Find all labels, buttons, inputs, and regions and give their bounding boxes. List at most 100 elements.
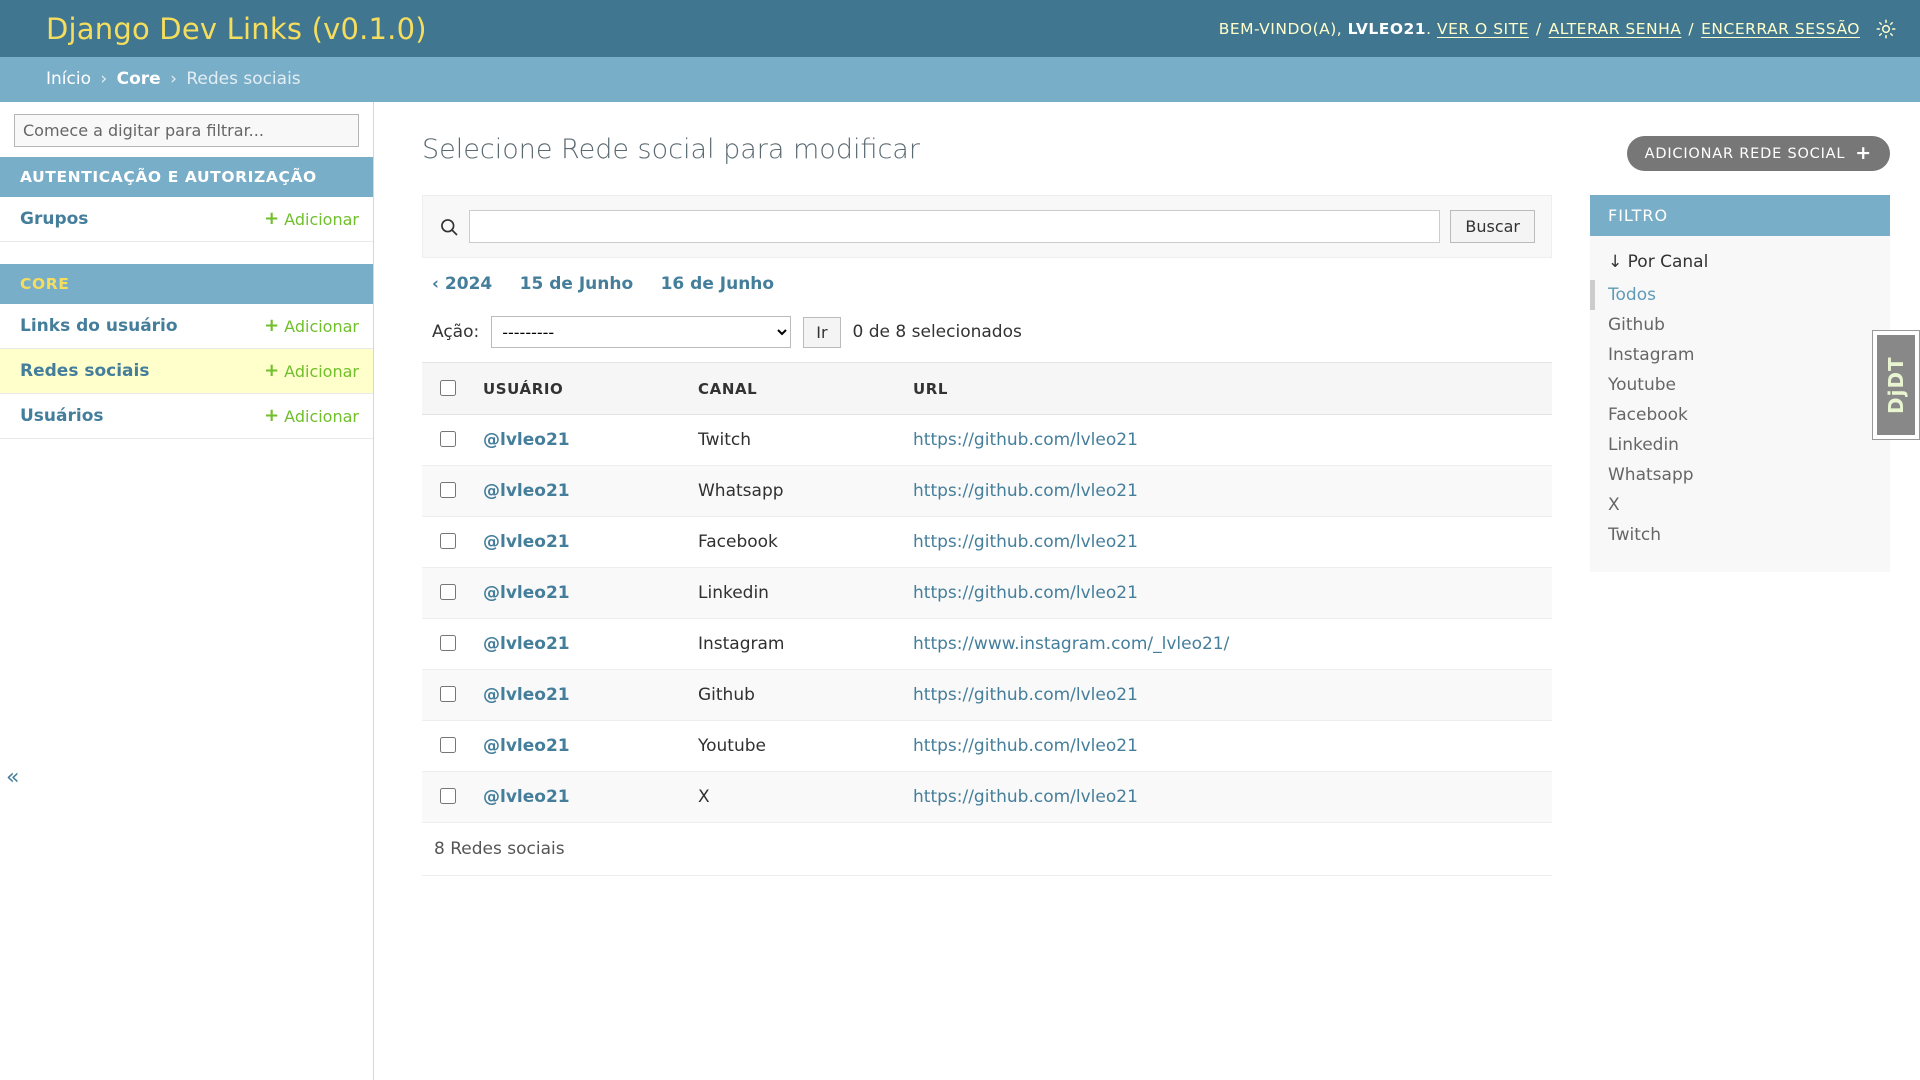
row-select-cell bbox=[422, 465, 471, 517]
filter-option: Whatsapp bbox=[1590, 460, 1890, 490]
changelist: Buscar ‹ 2024 15 de Junho 16 de Junho Aç… bbox=[422, 195, 1552, 876]
row-edit-link[interactable]: @lvleo21 bbox=[483, 430, 570, 450]
date-hierarchy-day-15[interactable]: 15 de Junho bbox=[520, 274, 634, 294]
row-url-link[interactable]: https://github.com/lvleo21 bbox=[913, 736, 1138, 756]
welcome-text: BEM-VINDO(A), bbox=[1218, 19, 1343, 38]
row-checkbox[interactable] bbox=[440, 686, 456, 702]
date-hierarchy-year[interactable]: ‹ 2024 bbox=[432, 274, 492, 294]
cell-canal: Instagram bbox=[686, 618, 901, 670]
results-table: USUÁRIO CANAL URL @lvleo21 Twitch https://… bbox=[422, 362, 1552, 823]
sidebar-item-label[interactable]: Links do usuário bbox=[20, 316, 178, 336]
breadcrumb-home[interactable]: Início bbox=[46, 69, 91, 89]
search-icon bbox=[439, 217, 459, 237]
site-title[interactable]: Django Dev Links (v0.1.0) bbox=[46, 12, 427, 46]
sidebar-item-usuarios[interactable]: Usuários + Adicionar bbox=[0, 394, 373, 439]
row-checkbox[interactable] bbox=[440, 635, 456, 651]
sidebar-item-grupos[interactable]: Grupos + Adicionar bbox=[0, 197, 373, 242]
sidebar-item-links-do-usuario[interactable]: Links do usuário + Adicionar bbox=[0, 304, 373, 349]
filter-option-link[interactable]: Twitch bbox=[1608, 525, 1661, 545]
add-redes-sociais-link[interactable]: + Adicionar bbox=[264, 362, 359, 381]
change-password-link[interactable]: ALTERAR SENHA bbox=[1549, 20, 1682, 38]
cell-usuario: @lvleo21 bbox=[471, 414, 686, 466]
row-url-link[interactable]: https://github.com/lvleo21 bbox=[913, 583, 1138, 603]
sidebar-filter-input[interactable] bbox=[14, 114, 359, 147]
column-header-canal[interactable]: CANAL bbox=[686, 362, 901, 415]
app-module-auth: AUTENTICAÇÃO E AUTORIZAÇÃO Grupos + Adic… bbox=[0, 157, 373, 242]
logout-link[interactable]: ENCERRAR SESSÃO bbox=[1701, 20, 1860, 38]
search-input[interactable] bbox=[469, 210, 1441, 243]
add-grupos-link[interactable]: + Adicionar bbox=[264, 210, 359, 229]
filter-option-link[interactable]: Todos bbox=[1608, 285, 1656, 305]
sidebar-item-label[interactable]: Grupos bbox=[20, 209, 88, 229]
row-url-link[interactable]: https://www.instagram.com/_lvleo21/ bbox=[913, 634, 1229, 654]
row-edit-link[interactable]: @lvleo21 bbox=[483, 532, 570, 552]
app-caption-auth[interactable]: AUTENTICAÇÃO E AUTORIZAÇÃO bbox=[0, 157, 373, 197]
filter-option: Facebook bbox=[1590, 400, 1890, 430]
add-label: Adicionar bbox=[284, 316, 359, 336]
page-title: Selecione Rede social para modificar bbox=[422, 134, 920, 165]
add-usuarios-link[interactable]: + Adicionar bbox=[264, 407, 359, 426]
action-label: Ação: bbox=[432, 322, 480, 342]
row-checkbox[interactable] bbox=[440, 482, 456, 498]
action-go-button[interactable]: Ir bbox=[803, 316, 841, 348]
date-hierarchy-day-16[interactable]: 16 de Junho bbox=[661, 274, 775, 294]
date-hierarchy: ‹ 2024 15 de Junho 16 de Junho bbox=[422, 258, 1552, 308]
add-rede-social-button[interactable]: ADICIONAR REDE SOCIAL + bbox=[1626, 136, 1890, 171]
sidebar-item-label[interactable]: Usuários bbox=[20, 406, 104, 426]
column-header-usuario[interactable]: USUÁRIO bbox=[471, 362, 686, 415]
select-all-checkbox[interactable] bbox=[440, 380, 456, 396]
row-url-link[interactable]: https://github.com/lvleo21 bbox=[913, 430, 1138, 450]
breadcrumb-current: Redes sociais bbox=[186, 69, 301, 89]
sidebar-item-redes-sociais[interactable]: Redes sociais + Adicionar bbox=[0, 349, 373, 394]
sun-icon[interactable] bbox=[1876, 19, 1896, 39]
filter-option-link[interactable]: Github bbox=[1608, 315, 1665, 335]
search-submit-button[interactable]: Buscar bbox=[1450, 210, 1535, 243]
row-edit-link[interactable]: @lvleo21 bbox=[483, 736, 570, 756]
filter-option-link[interactable]: Facebook bbox=[1608, 405, 1688, 425]
object-tools: ADICIONAR REDE SOCIAL + bbox=[1626, 126, 1890, 171]
filter-option-link[interactable]: Linkedin bbox=[1608, 435, 1679, 455]
cell-usuario: @lvleo21 bbox=[471, 567, 686, 619]
row-checkbox[interactable] bbox=[440, 584, 456, 600]
breadcrumb: Início › Core › Redes sociais bbox=[0, 57, 1920, 102]
table-row: @lvleo21 Linkedin https://github.com/lvleo… bbox=[422, 567, 1552, 619]
row-checkbox[interactable] bbox=[440, 737, 456, 753]
table-row: @lvleo21 Github https://github.com/lvleo21 bbox=[422, 669, 1552, 721]
cell-url: https://github.com/lvleo21 bbox=[901, 414, 1552, 466]
column-header-url[interactable]: URL bbox=[901, 362, 1552, 415]
action-counter: 0 de 8 selecionados bbox=[852, 322, 1022, 342]
app-caption-core[interactable]: CORE bbox=[0, 264, 373, 304]
filter-group-title[interactable]: ↓ Por Canal bbox=[1590, 236, 1890, 280]
row-edit-link[interactable]: @lvleo21 bbox=[483, 583, 570, 603]
cell-canal: Whatsapp bbox=[686, 465, 901, 517]
row-select-cell bbox=[422, 567, 471, 619]
cell-usuario: @lvleo21 bbox=[471, 465, 686, 517]
row-url-link[interactable]: https://github.com/lvleo21 bbox=[913, 481, 1138, 501]
view-site-link[interactable]: VER O SITE bbox=[1437, 20, 1529, 38]
filter-option-link[interactable]: Instagram bbox=[1608, 345, 1695, 365]
sidebar-item-label[interactable]: Redes sociais bbox=[20, 361, 149, 381]
django-debug-toolbar-handle[interactable]: DjDT bbox=[1872, 330, 1920, 440]
add-links-do-usuario-link[interactable]: + Adicionar bbox=[264, 317, 359, 336]
sidebar-collapse-icon[interactable]: « bbox=[6, 765, 19, 790]
row-url-link[interactable]: https://github.com/lvleo21 bbox=[913, 787, 1138, 807]
row-edit-link[interactable]: @lvleo21 bbox=[483, 685, 570, 705]
row-checkbox[interactable] bbox=[440, 431, 456, 447]
filter-option-link[interactable]: Youtube bbox=[1608, 375, 1676, 395]
row-url-link[interactable]: https://github.com/lvleo21 bbox=[913, 532, 1138, 552]
add-label: Adicionar bbox=[284, 361, 359, 381]
row-edit-link[interactable]: @lvleo21 bbox=[483, 634, 570, 654]
row-url-link[interactable]: https://github.com/lvleo21 bbox=[913, 685, 1138, 705]
row-edit-link[interactable]: @lvleo21 bbox=[483, 481, 570, 501]
filter-option-link[interactable]: X bbox=[1608, 495, 1620, 515]
app-module-core: CORE Links do usuário + Adicionar Redes … bbox=[0, 264, 373, 439]
row-checkbox[interactable] bbox=[440, 533, 456, 549]
row-edit-link[interactable]: @lvleo21 bbox=[483, 787, 570, 807]
filter-option: Linkedin bbox=[1590, 430, 1890, 460]
cell-url: https://github.com/lvleo21 bbox=[901, 567, 1552, 619]
row-checkbox[interactable] bbox=[440, 788, 456, 804]
filter-option-link[interactable]: Whatsapp bbox=[1608, 465, 1694, 485]
breadcrumb-core[interactable]: Core bbox=[117, 69, 161, 89]
action-select[interactable]: --------- bbox=[491, 316, 792, 348]
cell-usuario: @lvleo21 bbox=[471, 618, 686, 670]
